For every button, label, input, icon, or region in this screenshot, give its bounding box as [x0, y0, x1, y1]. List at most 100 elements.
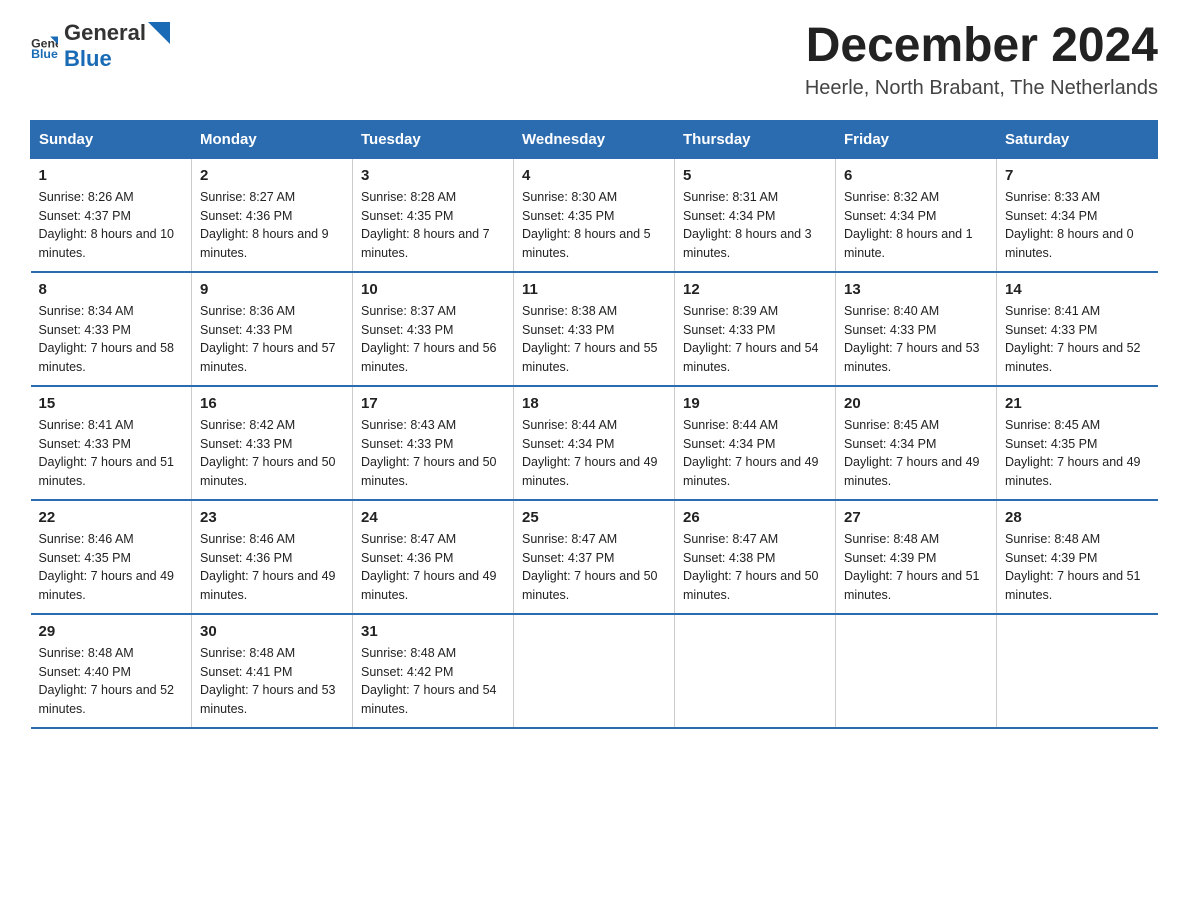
- page-header: General Blue General Blue December 2024 …: [30, 20, 1158, 100]
- day-number: 29: [39, 623, 184, 640]
- day-number: 17: [361, 395, 505, 412]
- logo-icon: General Blue: [30, 32, 58, 60]
- calendar-cell: 28 Sunrise: 8:48 AMSunset: 4:39 PMDaylig…: [997, 500, 1158, 614]
- day-number: 23: [200, 509, 344, 526]
- day-info: Sunrise: 8:47 AMSunset: 4:36 PMDaylight:…: [361, 530, 505, 605]
- day-info: Sunrise: 8:46 AMSunset: 4:35 PMDaylight:…: [39, 530, 184, 605]
- day-number: 12: [683, 281, 827, 298]
- calendar-cell: 23 Sunrise: 8:46 AMSunset: 4:36 PMDaylig…: [192, 500, 353, 614]
- calendar-cell: 10 Sunrise: 8:37 AMSunset: 4:33 PMDaylig…: [353, 272, 514, 386]
- day-number: 25: [522, 509, 666, 526]
- day-info: Sunrise: 8:44 AMSunset: 4:34 PMDaylight:…: [683, 416, 827, 491]
- day-number: 13: [844, 281, 988, 298]
- calendar-cell: 20 Sunrise: 8:45 AMSunset: 4:34 PMDaylig…: [836, 386, 997, 500]
- calendar-cell: 2 Sunrise: 8:27 AMSunset: 4:36 PMDayligh…: [192, 158, 353, 272]
- day-info: Sunrise: 8:41 AMSunset: 4:33 PMDaylight:…: [39, 416, 184, 491]
- header-saturday: Saturday: [997, 120, 1158, 158]
- day-number: 4: [522, 167, 666, 184]
- day-info: Sunrise: 8:44 AMSunset: 4:34 PMDaylight:…: [522, 416, 666, 491]
- calendar-cell: 14 Sunrise: 8:41 AMSunset: 4:33 PMDaylig…: [997, 272, 1158, 386]
- week-row-4: 22 Sunrise: 8:46 AMSunset: 4:35 PMDaylig…: [31, 500, 1158, 614]
- day-number: 8: [39, 281, 184, 298]
- day-info: Sunrise: 8:26 AMSunset: 4:37 PMDaylight:…: [39, 188, 184, 263]
- day-info: Sunrise: 8:41 AMSunset: 4:33 PMDaylight:…: [1005, 302, 1150, 377]
- svg-text:Blue: Blue: [31, 47, 58, 60]
- day-info: Sunrise: 8:36 AMSunset: 4:33 PMDaylight:…: [200, 302, 344, 377]
- week-row-2: 8 Sunrise: 8:34 AMSunset: 4:33 PMDayligh…: [31, 272, 1158, 386]
- day-info: Sunrise: 8:31 AMSunset: 4:34 PMDaylight:…: [683, 188, 827, 263]
- day-info: Sunrise: 8:46 AMSunset: 4:36 PMDaylight:…: [200, 530, 344, 605]
- day-info: Sunrise: 8:30 AMSunset: 4:35 PMDaylight:…: [522, 188, 666, 263]
- day-info: Sunrise: 8:47 AMSunset: 4:37 PMDaylight:…: [522, 530, 666, 605]
- header-right: December 2024 Heerle, North Brabant, The…: [805, 20, 1158, 100]
- calendar-cell: 11 Sunrise: 8:38 AMSunset: 4:33 PMDaylig…: [514, 272, 675, 386]
- day-info: Sunrise: 8:37 AMSunset: 4:33 PMDaylight:…: [361, 302, 505, 377]
- day-number: 6: [844, 167, 988, 184]
- day-info: Sunrise: 8:40 AMSunset: 4:33 PMDaylight:…: [844, 302, 988, 377]
- day-info: Sunrise: 8:39 AMSunset: 4:33 PMDaylight:…: [683, 302, 827, 377]
- day-number: 5: [683, 167, 827, 184]
- calendar-cell: 22 Sunrise: 8:46 AMSunset: 4:35 PMDaylig…: [31, 500, 192, 614]
- calendar-cell: 6 Sunrise: 8:32 AMSunset: 4:34 PMDayligh…: [836, 158, 997, 272]
- calendar-cell: 8 Sunrise: 8:34 AMSunset: 4:33 PMDayligh…: [31, 272, 192, 386]
- day-number: 11: [522, 281, 666, 298]
- day-number: 27: [844, 509, 988, 526]
- calendar-cell: 9 Sunrise: 8:36 AMSunset: 4:33 PMDayligh…: [192, 272, 353, 386]
- header-thursday: Thursday: [675, 120, 836, 158]
- day-number: 1: [39, 167, 184, 184]
- day-number: 16: [200, 395, 344, 412]
- day-number: 10: [361, 281, 505, 298]
- calendar-cell: 16 Sunrise: 8:42 AMSunset: 4:33 PMDaylig…: [192, 386, 353, 500]
- calendar-cell: [675, 614, 836, 728]
- day-info: Sunrise: 8:33 AMSunset: 4:34 PMDaylight:…: [1005, 188, 1150, 263]
- day-number: 26: [683, 509, 827, 526]
- weekday-header-row: SundayMondayTuesdayWednesdayThursdayFrid…: [31, 120, 1158, 158]
- calendar-cell: [836, 614, 997, 728]
- calendar-cell: 1 Sunrise: 8:26 AMSunset: 4:37 PMDayligh…: [31, 158, 192, 272]
- location-subtitle: Heerle, North Brabant, The Netherlands: [805, 77, 1158, 100]
- day-info: Sunrise: 8:47 AMSunset: 4:38 PMDaylight:…: [683, 530, 827, 605]
- logo-triangle-icon: [148, 22, 170, 44]
- day-number: 31: [361, 623, 505, 640]
- calendar-cell: 31 Sunrise: 8:48 AMSunset: 4:42 PMDaylig…: [353, 614, 514, 728]
- day-info: Sunrise: 8:48 AMSunset: 4:39 PMDaylight:…: [1005, 530, 1150, 605]
- day-info: Sunrise: 8:48 AMSunset: 4:41 PMDaylight:…: [200, 644, 344, 719]
- day-info: Sunrise: 8:45 AMSunset: 4:34 PMDaylight:…: [844, 416, 988, 491]
- day-number: 30: [200, 623, 344, 640]
- day-info: Sunrise: 8:27 AMSunset: 4:36 PMDaylight:…: [200, 188, 344, 263]
- calendar-cell: 13 Sunrise: 8:40 AMSunset: 4:33 PMDaylig…: [836, 272, 997, 386]
- day-info: Sunrise: 8:42 AMSunset: 4:33 PMDaylight:…: [200, 416, 344, 491]
- day-info: Sunrise: 8:48 AMSunset: 4:39 PMDaylight:…: [844, 530, 988, 605]
- calendar-cell: 18 Sunrise: 8:44 AMSunset: 4:34 PMDaylig…: [514, 386, 675, 500]
- day-number: 19: [683, 395, 827, 412]
- calendar-cell: 19 Sunrise: 8:44 AMSunset: 4:34 PMDaylig…: [675, 386, 836, 500]
- day-number: 15: [39, 395, 184, 412]
- logo-text-general: General: [64, 20, 146, 46]
- day-info: Sunrise: 8:45 AMSunset: 4:35 PMDaylight:…: [1005, 416, 1150, 491]
- day-info: Sunrise: 8:32 AMSunset: 4:34 PMDaylight:…: [844, 188, 988, 263]
- calendar-cell: [514, 614, 675, 728]
- day-info: Sunrise: 8:38 AMSunset: 4:33 PMDaylight:…: [522, 302, 666, 377]
- week-row-5: 29 Sunrise: 8:48 AMSunset: 4:40 PMDaylig…: [31, 614, 1158, 728]
- header-tuesday: Tuesday: [353, 120, 514, 158]
- calendar-cell: 12 Sunrise: 8:39 AMSunset: 4:33 PMDaylig…: [675, 272, 836, 386]
- day-number: 3: [361, 167, 505, 184]
- day-number: 2: [200, 167, 344, 184]
- calendar-table: SundayMondayTuesdayWednesdayThursdayFrid…: [30, 120, 1158, 729]
- day-info: Sunrise: 8:48 AMSunset: 4:42 PMDaylight:…: [361, 644, 505, 719]
- header-sunday: Sunday: [31, 120, 192, 158]
- calendar-cell: 21 Sunrise: 8:45 AMSunset: 4:35 PMDaylig…: [997, 386, 1158, 500]
- calendar-cell: 15 Sunrise: 8:41 AMSunset: 4:33 PMDaylig…: [31, 386, 192, 500]
- month-year-title: December 2024: [805, 20, 1158, 73]
- logo-text-blue: Blue: [64, 46, 112, 71]
- calendar-cell: 29 Sunrise: 8:48 AMSunset: 4:40 PMDaylig…: [31, 614, 192, 728]
- day-number: 24: [361, 509, 505, 526]
- header-friday: Friday: [836, 120, 997, 158]
- day-number: 20: [844, 395, 988, 412]
- day-number: 21: [1005, 395, 1150, 412]
- calendar-cell: 25 Sunrise: 8:47 AMSunset: 4:37 PMDaylig…: [514, 500, 675, 614]
- calendar-cell: 5 Sunrise: 8:31 AMSunset: 4:34 PMDayligh…: [675, 158, 836, 272]
- logo: General Blue General Blue: [30, 20, 172, 72]
- calendar-cell: 24 Sunrise: 8:47 AMSunset: 4:36 PMDaylig…: [353, 500, 514, 614]
- header-wednesday: Wednesday: [514, 120, 675, 158]
